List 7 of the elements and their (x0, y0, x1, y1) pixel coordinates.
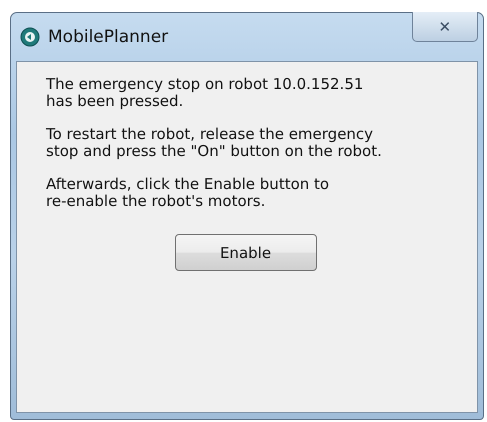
close-button[interactable]: ✕ (412, 12, 478, 42)
message-text: Afterwards, click the Enable button to re-enable the robot's motors. (46, 176, 330, 210)
app-logo-icon (20, 27, 40, 47)
message-text: The emergency stop on robot 10.0.152.51 has been pressed. (46, 76, 364, 110)
enable-button[interactable]: Enable (174, 234, 316, 271)
window-title: MobilePlanner (48, 27, 170, 47)
message-text: To restart the robot, release the emergency stop and press the "On" button on the robot. (46, 126, 383, 160)
